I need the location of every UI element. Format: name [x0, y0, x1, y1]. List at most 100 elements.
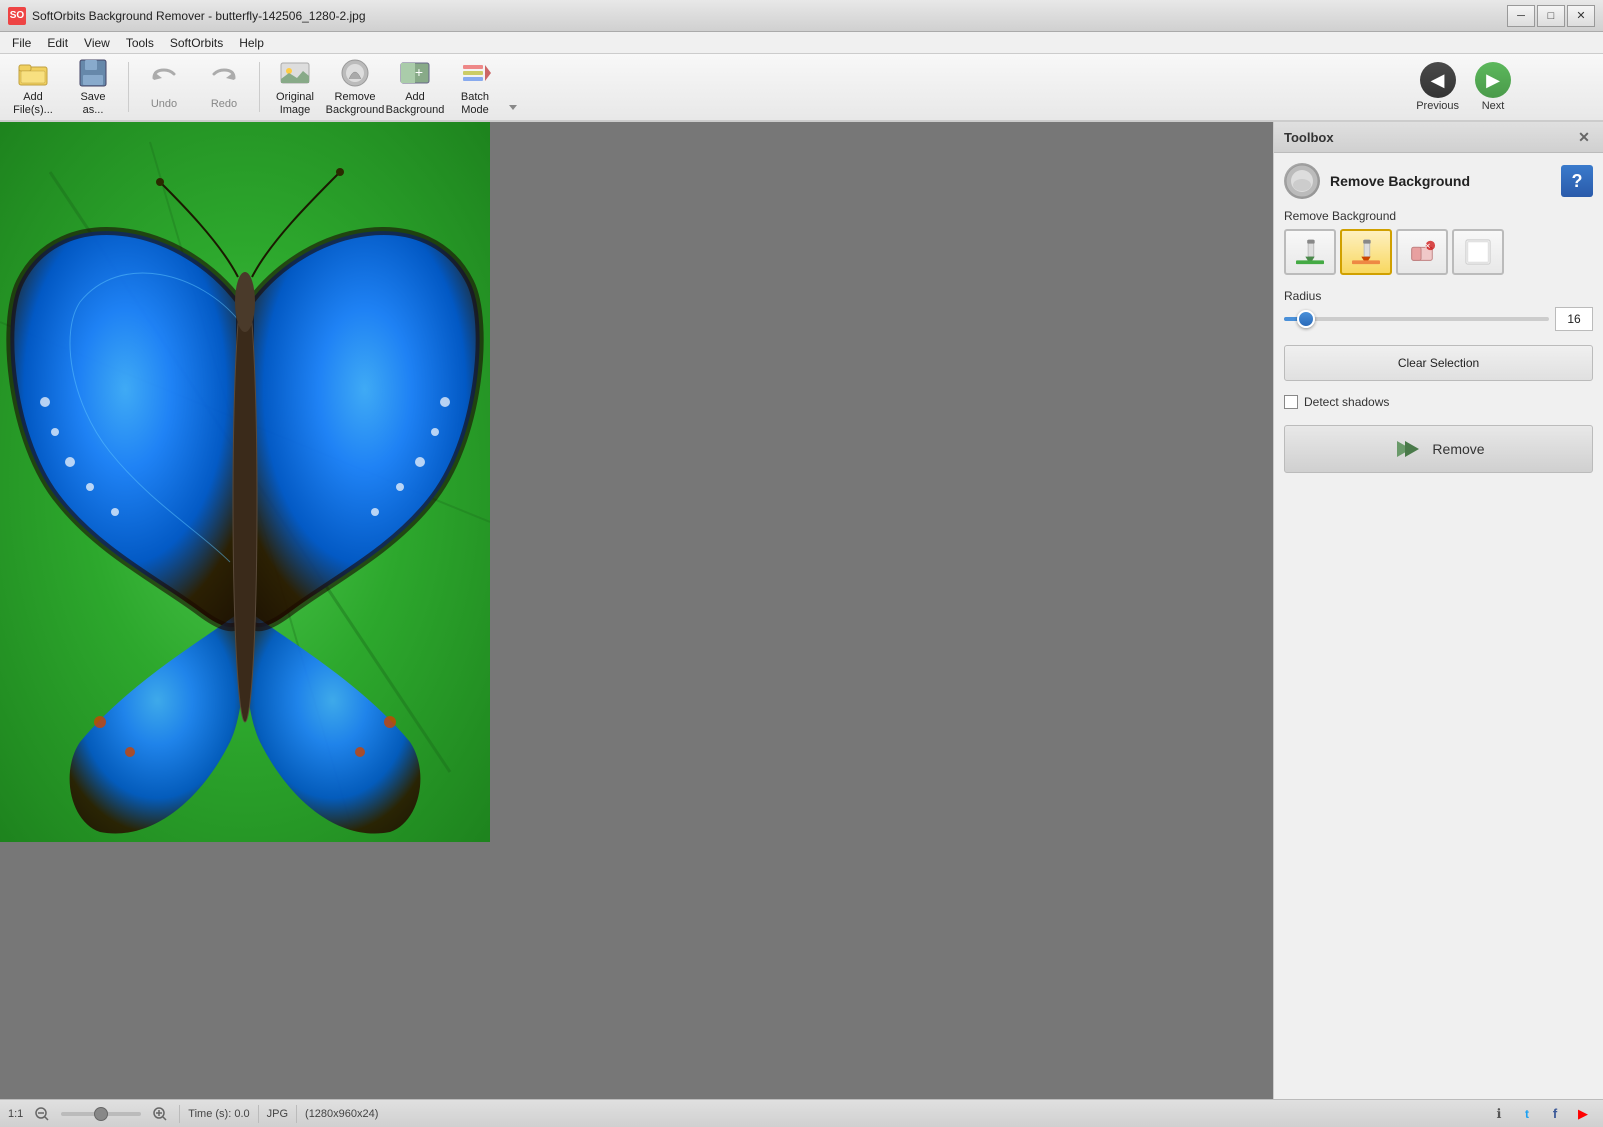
clear-tool-button[interactable]	[1452, 229, 1504, 275]
add-background-label: Add Background	[386, 91, 445, 117]
zoom-label: 1:1	[8, 1108, 23, 1120]
batch-mode-label: Batch Mode	[461, 91, 489, 117]
add-files-button[interactable]: Add File(s)...	[4, 57, 62, 117]
add-background-button[interactable]: + Add Background	[386, 57, 444, 117]
toolbar-more-button[interactable]	[506, 57, 520, 117]
remove-background-icon	[339, 57, 371, 89]
status-sep-2	[258, 1105, 259, 1123]
radius-value[interactable]: 16	[1555, 307, 1593, 331]
undo-button[interactable]: Undo	[135, 57, 193, 117]
toolbar-separator-2	[259, 62, 260, 112]
toolbar-separator-1	[128, 62, 129, 112]
radius-slider[interactable]	[1284, 317, 1549, 321]
social-area: ℹ t f ▶	[1487, 1103, 1595, 1125]
minimize-button[interactable]: ─	[1507, 5, 1535, 27]
keep-brush-button[interactable]	[1284, 229, 1336, 275]
redo-button[interactable]: Redo	[195, 57, 253, 117]
toolbox-panel: Toolbox ✕ Remove Background ? Remove Bac…	[1273, 122, 1603, 1099]
svg-text:✕: ✕	[1424, 241, 1430, 250]
canvas-area[interactable]	[0, 122, 1273, 1099]
status-time: Time (s): 0.0	[188, 1108, 249, 1120]
help-button[interactable]: ?	[1561, 165, 1593, 197]
toolbox-title: Toolbox	[1284, 130, 1334, 145]
maximize-button[interactable]: □	[1537, 5, 1565, 27]
status-dimensions: (1280x960x24)	[305, 1108, 378, 1120]
zoom-slider[interactable]	[61, 1112, 141, 1116]
batch-mode-button[interactable]: Batch Mode	[446, 57, 504, 117]
next-icon: ▶	[1475, 62, 1511, 98]
redo-label: Redo	[211, 98, 237, 110]
eraser-icon: ✕	[1408, 238, 1436, 266]
radius-row: 16	[1284, 307, 1593, 331]
status-format: JPG	[267, 1108, 288, 1120]
clear-tool-icon	[1464, 238, 1492, 266]
detect-shadows-row: Detect shadows	[1284, 395, 1593, 409]
radius-label: Radius	[1284, 289, 1593, 303]
radius-thumb[interactable]	[1297, 310, 1315, 328]
next-button[interactable]: ▶ Next	[1467, 58, 1519, 116]
zoom-slider-thumb[interactable]	[94, 1107, 108, 1121]
eraser-button[interactable]: ✕	[1396, 229, 1448, 275]
remove-button-label: Remove	[1432, 441, 1484, 457]
remove-brush-button[interactable]	[1340, 229, 1392, 275]
tool-icon	[1284, 163, 1320, 199]
facebook-button[interactable]: f	[1543, 1103, 1567, 1125]
toolbox-content: Remove Background ? Remove Background	[1274, 153, 1603, 483]
toolbox-close-button[interactable]: ✕	[1575, 128, 1593, 146]
window-controls: ─ □ ✕	[1507, 5, 1595, 27]
batch-mode-icon	[459, 57, 491, 89]
clear-selection-button[interactable]: Clear Selection	[1284, 345, 1593, 381]
zoom-area: 1:1	[8, 1108, 23, 1120]
remove-button[interactable]: Remove	[1284, 425, 1593, 473]
keep-brush-icon	[1296, 238, 1324, 266]
detect-shadows-checkbox[interactable]	[1284, 395, 1298, 409]
toolbar: Add File(s)... Save as... Undo	[0, 54, 1603, 122]
menu-help[interactable]: Help	[231, 32, 272, 54]
menu-softorbits[interactable]: SoftOrbits	[162, 32, 231, 54]
add-files-label: Add File(s)...	[13, 91, 53, 117]
remove-brush-icon	[1352, 238, 1380, 266]
zoom-out-button[interactable]	[31, 1103, 53, 1125]
svg-text:+: +	[415, 64, 423, 80]
title-bar: SO SoftOrbits Background Remover - butte…	[0, 0, 1603, 32]
menu-view[interactable]: View	[76, 32, 118, 54]
status-bar: 1:1 Time (s): 0.0 JPG (1280x960x24) ℹ t …	[0, 1099, 1603, 1127]
menu-edit[interactable]: Edit	[39, 32, 76, 54]
toolbox-header: Toolbox ✕	[1274, 122, 1603, 153]
save-icon	[77, 57, 109, 89]
info-button[interactable]: ℹ	[1487, 1103, 1511, 1125]
folder-icon	[17, 57, 49, 89]
tool-buttons: ✕	[1284, 229, 1593, 275]
youtube-button[interactable]: ▶	[1571, 1103, 1595, 1125]
prev-next-container: ◀ Previous ▶ Next	[1408, 58, 1599, 116]
twitter-button[interactable]: t	[1515, 1103, 1539, 1125]
tool-title: Remove Background	[1330, 173, 1561, 189]
undo-label: Undo	[151, 98, 177, 110]
menu-tools[interactable]: Tools	[118, 32, 162, 54]
radius-section: Radius 16	[1284, 289, 1593, 331]
window-title: SoftOrbits Background Remover - butterfl…	[32, 9, 1507, 23]
previous-button[interactable]: ◀ Previous	[1408, 58, 1467, 116]
remove-background-label: Remove Background	[326, 91, 385, 117]
original-image-icon	[279, 57, 311, 89]
original-image-button[interactable]: Original Image	[266, 57, 324, 117]
undo-icon	[148, 64, 180, 96]
remove-background-section-label: Remove Background	[1284, 209, 1593, 223]
original-image-label: Original Image	[276, 91, 314, 117]
save-as-button[interactable]: Save as...	[64, 57, 122, 117]
redo-icon	[208, 64, 240, 96]
menu-file[interactable]: File	[4, 32, 39, 54]
menu-bar: File Edit View Tools SoftOrbits Help	[0, 32, 1603, 54]
remove-button-icon	[1392, 434, 1422, 464]
close-button[interactable]: ✕	[1567, 5, 1595, 27]
remove-background-button[interactable]: Remove Background	[326, 57, 384, 117]
save-as-label: Save as...	[80, 91, 105, 117]
previous-icon: ◀	[1420, 62, 1456, 98]
detect-shadows-label: Detect shadows	[1304, 395, 1389, 409]
status-sep-1	[179, 1105, 180, 1123]
butterfly-image	[0, 122, 490, 842]
main-layout: Toolbox ✕ Remove Background ? Remove Bac…	[0, 122, 1603, 1099]
next-label: Next	[1482, 100, 1505, 112]
zoom-in-button[interactable]	[149, 1103, 171, 1125]
tool-header: Remove Background ?	[1284, 163, 1593, 199]
